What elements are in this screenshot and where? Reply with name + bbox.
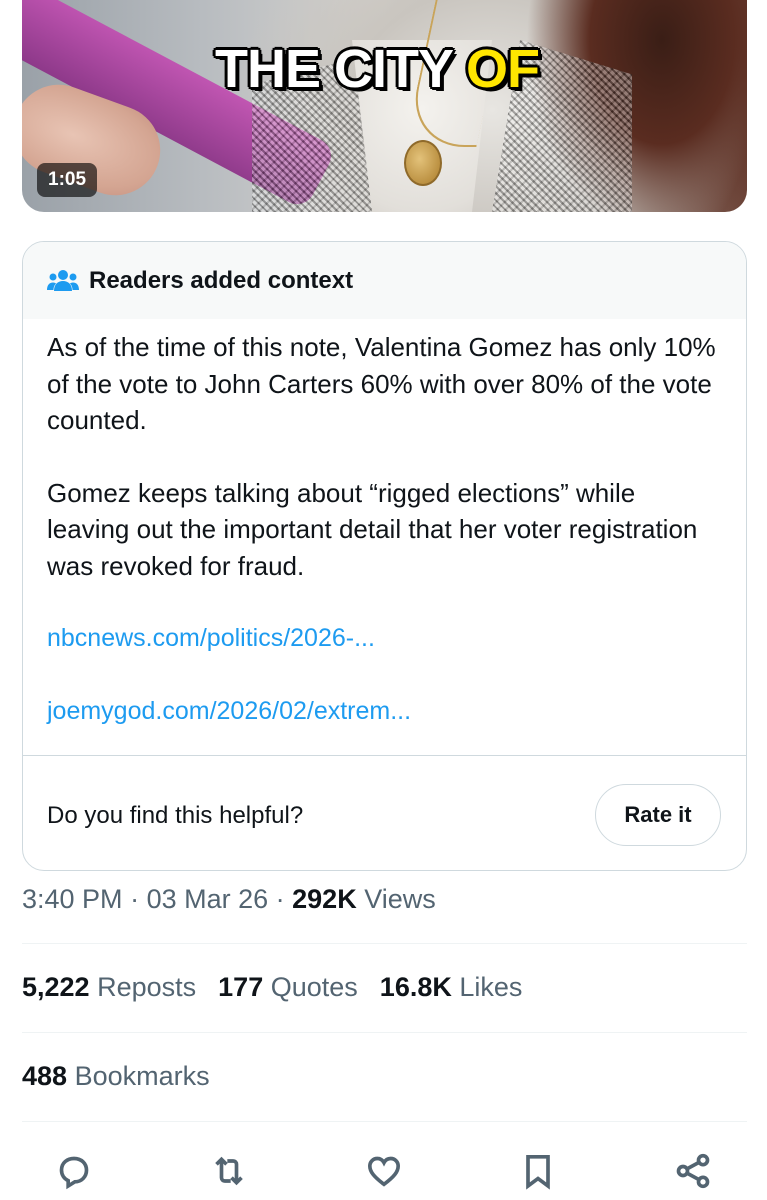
tweet-time[interactable]: 3:40 PM xyxy=(22,884,123,914)
likes-stat[interactable]: 16.8K Likes xyxy=(380,972,523,1002)
quotes-stat[interactable]: 177 Quotes xyxy=(218,972,358,1002)
community-note-body: As of the time of this note, Valentina G… xyxy=(23,319,746,729)
community-note-card: Readers added context As of the time of … xyxy=(22,241,747,871)
reply-icon xyxy=(59,1156,89,1190)
community-note-header: Readers added context xyxy=(23,242,746,319)
repost-button[interactable] xyxy=(204,1146,254,1196)
engagement-stats: 5,222 Reposts 177 Quotes 16.8K Likes xyxy=(22,972,522,1003)
bookmarks-stat: 488 Bookmarks xyxy=(22,1061,210,1092)
divider xyxy=(22,943,747,944)
video-caption-text: THE CITY xyxy=(214,39,467,99)
divider xyxy=(23,755,746,756)
likes-label: Likes xyxy=(459,972,523,1002)
reposts-label: Reposts xyxy=(97,972,197,1002)
bookmarks-label: Bookmarks xyxy=(74,1061,210,1091)
bookmark-button[interactable] xyxy=(513,1146,563,1196)
community-note-paragraph-1: As of the time of this note, Valentina G… xyxy=(47,332,716,435)
views-count: 292K xyxy=(292,884,357,914)
share-button[interactable] xyxy=(668,1146,718,1196)
people-icon xyxy=(47,269,79,291)
reply-button[interactable] xyxy=(49,1146,99,1196)
video-player[interactable] xyxy=(22,0,747,212)
divider xyxy=(22,1032,747,1033)
video-duration-badge: 1:05 xyxy=(37,163,98,197)
helpful-question: Do you find this helpful? xyxy=(47,802,304,829)
source-link-nbcnews[interactable]: nbcnews.com/politics/2026-... xyxy=(47,620,722,657)
video-caption: THE CITY OF xyxy=(157,38,597,100)
quotes-label: Quotes xyxy=(270,972,358,1002)
video-caption-highlight: OF xyxy=(466,39,540,99)
quotes-count: 177 xyxy=(218,972,264,1002)
views-label: Views xyxy=(364,884,436,914)
rate-it-button[interactable]: Rate it xyxy=(595,784,721,846)
like-icon xyxy=(367,1156,401,1187)
community-note-paragraph-2: Gomez keeps talking about “rigged electi… xyxy=(47,477,698,581)
source-link-joemygod[interactable]: joemygod.com/2026/02/extrem... xyxy=(47,693,722,730)
reposts-stat[interactable]: 5,222 Reposts xyxy=(22,972,196,1002)
share-icon xyxy=(676,1153,710,1189)
divider xyxy=(22,1121,747,1122)
meta-separator: · xyxy=(122,884,147,914)
like-button[interactable] xyxy=(359,1146,409,1196)
tweet-meta: 3:40 PM · 03 Mar 26 · 292K Views xyxy=(22,884,436,915)
likes-count: 16.8K xyxy=(379,972,452,1002)
video-frame-pendant xyxy=(404,140,442,186)
community-note-title: Readers added context xyxy=(89,266,354,294)
reposts-count: 5,222 xyxy=(22,972,90,1002)
tweet-date[interactable]: 03 Mar 26 xyxy=(147,884,269,914)
bookmarks-count: 488 xyxy=(22,1061,68,1091)
action-bar xyxy=(0,1146,767,1196)
tweet-detail: THE CITY OF 1:05 Readers added context A… xyxy=(0,0,767,1200)
repost-icon xyxy=(215,1156,243,1186)
meta-separator: · xyxy=(268,884,293,914)
bookmark-icon xyxy=(526,1155,550,1190)
